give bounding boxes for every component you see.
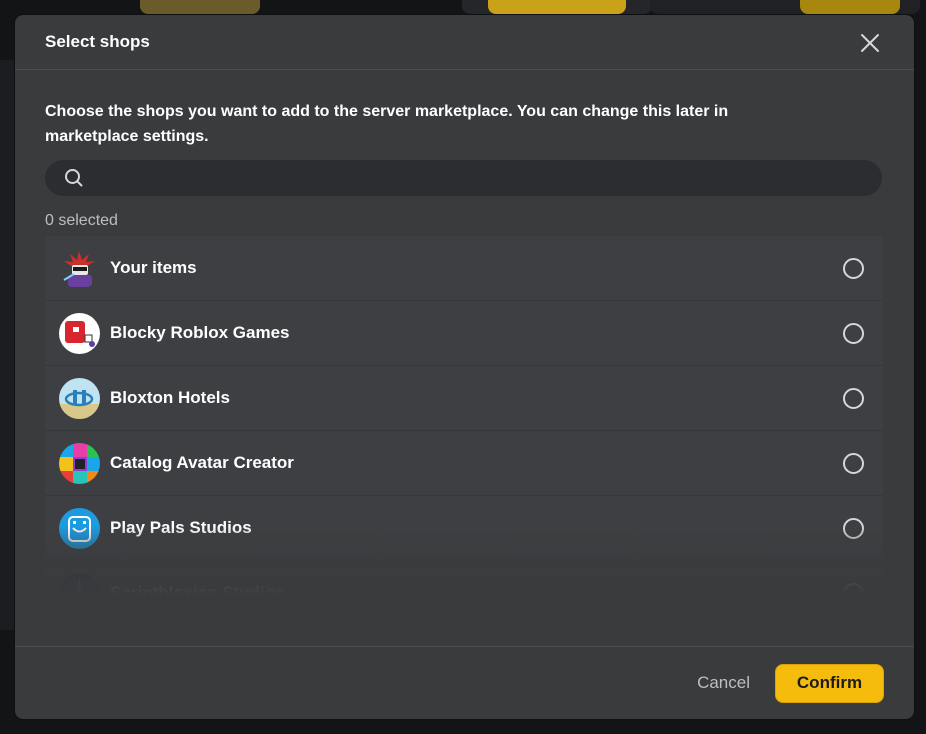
shop-select-radio[interactable] xyxy=(843,258,864,279)
shop-name: Catalog Avatar Creator xyxy=(110,453,294,472)
shop-name: Scriptbloxian Studios xyxy=(110,583,285,596)
background-thumbnail xyxy=(800,0,900,14)
selected-count: 0 selected xyxy=(45,212,118,229)
modal-header: Select shops xyxy=(15,15,914,70)
modal-footer: Cancel Confirm xyxy=(15,646,914,719)
shop-select-radio[interactable] xyxy=(843,323,864,344)
shop-select-radio[interactable] xyxy=(843,583,864,596)
shop-name: Your items xyxy=(110,258,197,277)
modal-title: Select shops xyxy=(45,32,150,51)
modal-description: Choose the shops you want to add to the … xyxy=(45,103,729,145)
blue-face-logo-icon xyxy=(59,507,100,549)
search-icon xyxy=(65,169,83,187)
shop-row-bloxton-hotels[interactable]: Bloxton Hotels xyxy=(45,366,883,431)
shop-select-radio[interactable] xyxy=(843,518,864,539)
background-thumbnail xyxy=(140,0,260,14)
close-button[interactable] xyxy=(858,31,882,55)
shop-row-scriptbloxian-studios[interactable]: Scriptbloxian Studios xyxy=(45,561,883,596)
shop-row-play-pals-studios[interactable]: Play Pals Studios xyxy=(45,496,883,561)
confirm-button[interactable]: Confirm xyxy=(775,663,884,703)
shop-name: Bloxton Hotels xyxy=(110,388,230,407)
purple-spike-logo-icon xyxy=(59,572,100,596)
shop-list[interactable]: Your items Blocky Roblox Games Bloxton H… xyxy=(45,236,883,596)
shop-name: Blocky Roblox Games xyxy=(110,323,290,342)
cancel-button[interactable]: Cancel xyxy=(697,673,750,693)
modal-body: Choose the shops you want to add to the … xyxy=(15,70,914,596)
shop-select-radio[interactable] xyxy=(843,453,864,474)
search-input[interactable] xyxy=(94,169,882,187)
shop-row-your-items[interactable]: Your items xyxy=(45,236,883,301)
background-thumbnail xyxy=(488,0,626,14)
select-shops-modal: Select shops Choose the shops you want t… xyxy=(15,15,914,719)
close-icon xyxy=(861,34,879,52)
spiky-character-avatar-icon xyxy=(59,247,100,289)
shop-name: Play Pals Studios xyxy=(110,518,252,537)
search-bar[interactable] xyxy=(45,160,882,196)
red-block-logo-icon xyxy=(59,312,100,354)
hotel-logo-icon xyxy=(59,377,100,419)
shop-select-radio[interactable] xyxy=(843,388,864,409)
background-strip xyxy=(0,60,14,630)
shop-row-catalog-avatar-creator[interactable]: Catalog Avatar Creator xyxy=(45,431,883,496)
color-grid-logo-icon xyxy=(59,442,100,484)
shop-row-blocky-roblox-games[interactable]: Blocky Roblox Games xyxy=(45,301,883,366)
